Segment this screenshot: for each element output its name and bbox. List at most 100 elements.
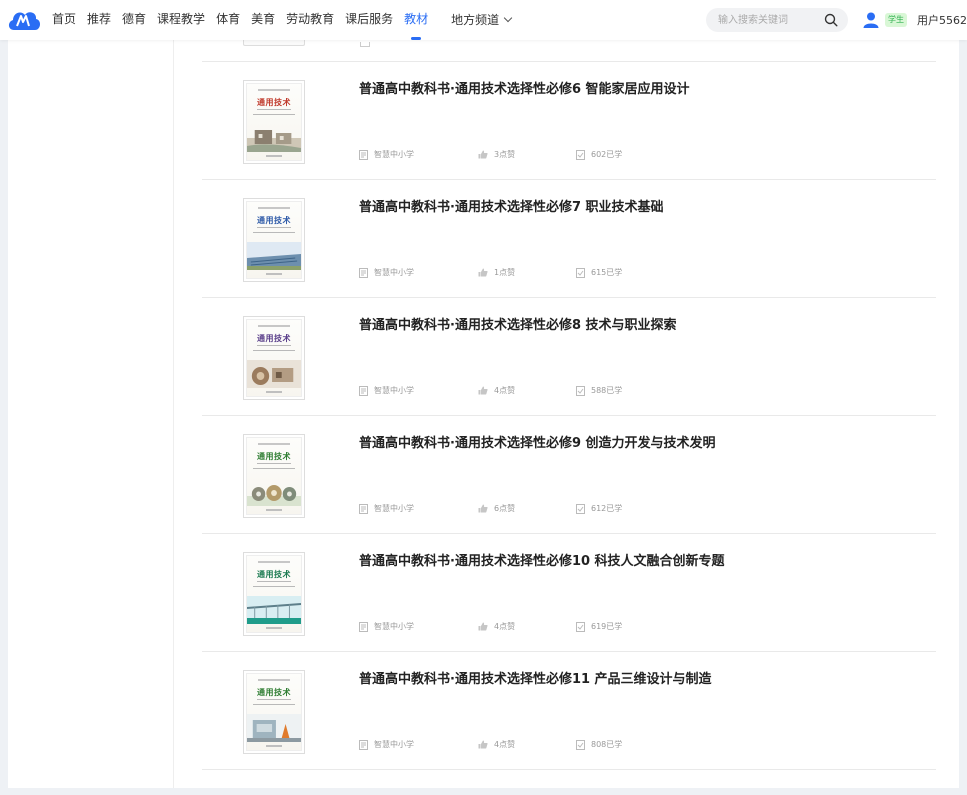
textbook-cover-art: 通用技术 — [246, 319, 302, 397]
textbook-learned: 619已学 — [576, 621, 622, 632]
nav-item-moral[interactable]: 德育 — [122, 0, 146, 40]
cover-subtitle-lines — [247, 463, 301, 473]
cover-illustration — [247, 485, 301, 506]
cover-subtitle-lines — [247, 699, 301, 709]
user-avatar-icon[interactable] — [862, 11, 880, 29]
source-label: 智慧中小学 — [374, 268, 414, 277]
likes-count: 4点赞 — [494, 622, 516, 631]
textbook-title[interactable]: 普通高中教科书·通用技术选择性必修10 科技人文融合创新专题 — [359, 550, 725, 569]
textbook-cover-art: 通用技术 — [246, 201, 302, 279]
source-label: 智慧中小学 — [374, 504, 414, 513]
cover-subtitle-lines — [247, 227, 301, 237]
textbook-title[interactable]: 普通高中教科书·通用技术选择性必修11 产品三维设计与制造 — [359, 668, 712, 687]
textbook-source: 智慧中小学 — [359, 267, 414, 278]
study-record-icon — [576, 149, 585, 160]
likes-count: 6点赞 — [494, 504, 516, 513]
nav-item-course[interactable]: 课程教学 — [157, 0, 205, 40]
cover-title: 通用技术 — [257, 452, 291, 461]
textbook-source: 智慧中小学 — [359, 385, 414, 396]
username[interactable]: 用户5562 — [917, 12, 967, 28]
cover-title: 通用技术 — [257, 98, 291, 107]
textbook-cover[interactable]: 通用技术 — [243, 670, 305, 754]
learned-count: 588已学 — [591, 386, 623, 395]
nav-dropdown-local-channel[interactable]: 地方频道 — [451, 0, 513, 40]
nav-item-sports[interactable]: 体育 — [216, 0, 240, 40]
textbook-title[interactable]: 普通高中教科书·通用技术选择性必修7 职业技术基础 — [359, 196, 664, 215]
cover-publisher-line — [247, 207, 301, 209]
cover-publisher-mark — [265, 155, 283, 157]
textbook-likes: 3点赞 — [478, 149, 515, 160]
learned-count: 612已学 — [591, 504, 623, 513]
nav-item-recommend[interactable]: 推荐 — [87, 0, 111, 40]
nav-item-textbooks[interactable]: 教材 — [404, 0, 428, 40]
textbook-likes: 4点赞 — [478, 621, 515, 632]
textbook-cover-art: 通用技术 — [246, 555, 302, 633]
textbook-cover[interactable]: 通用技术 — [243, 198, 305, 282]
thumbs-up-icon — [478, 268, 488, 277]
cover-subtitle-lines — [247, 109, 301, 119]
textbook-cover-art: 通用技术 — [246, 673, 302, 751]
textbook-cover[interactable]: 通用技术 — [243, 434, 305, 518]
textbook-list-item[interactable]: 通用技术 普通高中教科书·通用技术选择性必修6 智能家居应用设计 智慧中小学 3… — [202, 62, 936, 180]
cover-publisher-mark — [265, 391, 283, 393]
textbook-learned: 615已学 — [576, 267, 622, 278]
textbook-cover[interactable]: 通用技术 — [243, 552, 305, 636]
textbook-list-item[interactable]: 通用技术 普通高中教科书·通用技术选择性必修7 职业技术基础 智慧中小学 1点赞 — [202, 180, 936, 298]
source-label: 智慧中小学 — [374, 622, 414, 631]
cover-publisher-mark — [265, 509, 283, 511]
cover-title: 通用技术 — [257, 570, 291, 579]
document-icon — [359, 739, 368, 750]
textbook-list-item[interactable]: 通用技术 普通高中教科书·通用技术选择性必修10 科技人文融合创新专题 智慧中小… — [202, 534, 936, 652]
thumbs-up-icon — [478, 504, 488, 513]
textbook-cover[interactable]: 通用技术 — [243, 316, 305, 400]
document-icon — [359, 503, 368, 514]
cloud-logo-icon[interactable] — [6, 5, 42, 35]
textbook-source: 智慧中小学 — [359, 621, 414, 632]
nav-dropdown-label: 地方频道 — [451, 13, 500, 27]
search-icon[interactable] — [824, 13, 838, 27]
study-record-icon — [576, 267, 585, 278]
textbook-list-item[interactable]: 通用技术 普通高中教科书·通用技术选择性必修11 产品三维设计与制造 智慧中小学… — [202, 652, 936, 770]
textbook-list-item[interactable]: 通用技术 普通高中教科书·通用技术选择性必修8 技术与职业探索 智慧中小学 4点… — [202, 298, 936, 416]
study-record-icon — [576, 503, 585, 514]
textbook-list: 通用技术 普通高中教科书·通用技术选择性必修6 智能家居应用设计 智慧中小学 3… — [202, 24, 936, 770]
thumbs-up-icon — [478, 386, 488, 395]
cover-illustration — [247, 596, 301, 624]
textbook-learned: 588已学 — [576, 385, 622, 396]
cover-publisher-line — [247, 89, 301, 91]
chevron-down-icon — [503, 13, 513, 23]
textbook-title[interactable]: 普通高中教科书·通用技术选择性必修9 创造力开发与技术发明 — [359, 432, 716, 451]
textbook-learned: 602已学 — [576, 149, 622, 160]
textbook-source: 智慧中小学 — [359, 503, 414, 514]
document-icon — [359, 267, 368, 278]
cover-subtitle-lines — [247, 581, 301, 591]
likes-count: 4点赞 — [494, 740, 516, 749]
nav-item-labor[interactable]: 劳动教育 — [286, 0, 334, 40]
cover-illustration — [247, 130, 301, 152]
thumbs-up-icon — [478, 740, 488, 749]
textbook-likes: 1点赞 — [478, 267, 515, 278]
textbook-title[interactable]: 普通高中教科书·通用技术选择性必修8 技术与职业探索 — [359, 314, 677, 333]
nav-item-art[interactable]: 美育 — [251, 0, 275, 40]
search-input[interactable] — [718, 8, 818, 32]
study-record-icon — [576, 385, 585, 396]
likes-count: 1点赞 — [494, 268, 516, 277]
textbook-title[interactable]: 普通高中教科书·通用技术选择性必修6 智能家居应用设计 — [359, 78, 690, 97]
cover-publisher-line — [247, 679, 301, 681]
likes-count: 3点赞 — [494, 150, 516, 159]
nav-item-home[interactable]: 首页 — [52, 0, 76, 40]
textbook-likes: 6点赞 — [478, 503, 515, 514]
learned-count: 808已学 — [591, 740, 623, 749]
learned-count: 619已学 — [591, 622, 623, 631]
textbook-list-item[interactable]: 通用技术 普通高中教科书·通用技术选择性必修9 创造力开发与技术发明 智慧中小学… — [202, 416, 936, 534]
cover-title: 通用技术 — [257, 334, 291, 343]
textbook-cover[interactable]: 通用技术 — [243, 80, 305, 164]
top-navigation-bar: 首页 推荐 德育 课程教学 体育 美育 劳动教育 课后服务 教材 地方频道 学生… — [0, 0, 967, 40]
textbook-learned: 808已学 — [576, 739, 622, 750]
study-record-icon — [576, 739, 585, 750]
source-icon — [360, 42, 370, 47]
cover-publisher-mark — [265, 627, 283, 629]
source-label: 智慧中小学 — [374, 740, 414, 749]
textbook-cover-art: 通用技术 — [246, 83, 302, 161]
nav-item-after-school[interactable]: 课后服务 — [345, 0, 393, 40]
